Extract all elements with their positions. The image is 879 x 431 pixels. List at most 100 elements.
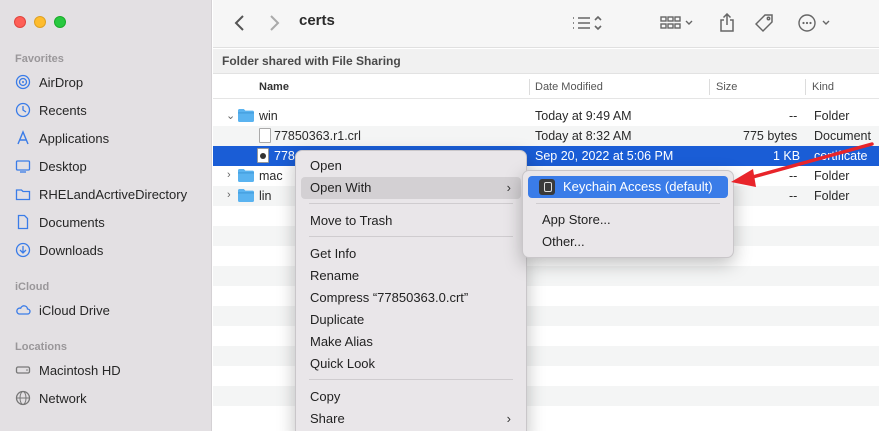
sidebar-item-documents[interactable]: Documents	[15, 211, 205, 233]
context-menu: Open Open With › Move to Trash Get Info …	[295, 150, 527, 431]
column-kind[interactable]: Kind	[812, 81, 834, 93]
row-date: Sep 20, 2022 at 5:06 PM	[535, 149, 674, 163]
menu-item-compress[interactable]: Compress “77850363.0.crt”	[301, 287, 521, 309]
tag-icon	[755, 14, 773, 33]
sidebar-item-label: Documents	[39, 214, 105, 230]
submenu-item-keychain-access[interactable]: Keychain Access (default)	[528, 176, 728, 198]
column-name[interactable]: Name	[259, 81, 289, 93]
sidebar-item-label: Applications	[39, 130, 110, 146]
zoom-window-button[interactable]	[54, 16, 66, 28]
row-name: mac	[259, 169, 283, 183]
submenu-item-app-store[interactable]: App Store...	[528, 209, 728, 231]
sidebar-item-downloads[interactable]: Downloads	[15, 239, 205, 261]
disk-icon	[15, 362, 31, 378]
menu-item-get-info[interactable]: Get Info	[301, 243, 521, 265]
desktop-icon	[15, 158, 31, 174]
shared-folder-banner: Folder shared with File Sharing	[213, 49, 879, 74]
column-date[interactable]: Date Modified	[535, 81, 603, 93]
menu-item-make-alias[interactable]: Make Alias	[301, 331, 521, 353]
column-divider[interactable]	[529, 79, 530, 95]
column-divider[interactable]	[709, 79, 710, 95]
sidebar-section-favorites: Favorites	[15, 53, 64, 65]
minimize-window-button[interactable]	[34, 16, 46, 28]
menu-separator	[309, 203, 513, 204]
share-icon	[720, 13, 734, 32]
window-title: certs	[299, 12, 335, 29]
menu-item-share[interactable]: Share ›	[301, 408, 521, 430]
submenu-item-other[interactable]: Other...	[528, 231, 728, 253]
clock-icon	[15, 102, 31, 118]
column-headers: Name Date Modified Size Kind	[213, 75, 879, 99]
list-view-icon	[573, 15, 602, 31]
menu-item-open-with[interactable]: Open With ›	[301, 177, 521, 199]
sidebar-item-network[interactable]: Network	[15, 387, 205, 409]
row-name: win	[259, 109, 278, 123]
more-actions-button[interactable]	[795, 12, 835, 34]
menu-item-open[interactable]: Open	[301, 155, 521, 177]
folder-icon	[238, 169, 254, 182]
row-size: --	[789, 109, 798, 123]
menu-item-rename[interactable]: Rename	[301, 265, 521, 287]
sidebar-item-recents[interactable]: Recents	[15, 99, 205, 121]
sidebar-item-label: Downloads	[39, 242, 104, 258]
forward-button[interactable]	[263, 12, 285, 34]
submenu-item-label: Keychain Access (default)	[563, 179, 713, 194]
chevron-down-icon[interactable]: ⌄	[226, 109, 235, 122]
close-window-button[interactable]	[14, 16, 26, 28]
row-name: lin	[259, 189, 272, 203]
sidebar-section-locations: Locations	[15, 341, 67, 353]
row-date: Today at 8:32 AM	[535, 129, 632, 143]
menu-item-duplicate[interactable]: Duplicate	[301, 309, 521, 331]
cloud-icon	[15, 302, 31, 318]
list-view-button[interactable]	[568, 12, 608, 34]
menu-item-quick-look[interactable]: Quick Look	[301, 353, 521, 375]
column-divider[interactable]	[805, 79, 806, 95]
menu-item-label: Share	[310, 411, 345, 426]
menu-separator	[309, 379, 513, 380]
grid-icon	[660, 16, 693, 29]
menu-separator	[309, 236, 513, 237]
row-name: 778	[274, 149, 295, 163]
table-row[interactable]: ⌄ win Today at 9:49 AM -- Folder	[213, 106, 879, 126]
sidebar-item-label: Desktop	[39, 158, 87, 174]
row-kind: Folder	[814, 109, 850, 123]
sidebar-item-label: iCloud Drive	[39, 302, 110, 318]
chevron-right-icon	[270, 15, 280, 31]
sidebar-item-label: Recents	[39, 102, 87, 118]
sidebar-item-macintosh-hd[interactable]: Macintosh HD	[15, 359, 205, 381]
network-icon	[15, 390, 31, 406]
folder-icon	[15, 186, 31, 202]
folder-icon	[238, 109, 254, 122]
annotation-arrow-icon	[731, 142, 874, 187]
folder-icon	[238, 189, 254, 202]
keychain-icon	[539, 179, 555, 195]
sidebar-item-applications[interactable]: Applications	[15, 127, 205, 149]
certificate-icon	[257, 148, 269, 163]
menu-separator	[536, 203, 720, 204]
open-with-submenu: Keychain Access (default) App Store... O…	[522, 170, 734, 258]
sidebar-item-label: Network	[39, 390, 87, 406]
row-date: Today at 9:49 AM	[535, 109, 632, 123]
chevron-right-icon[interactable]: ›	[227, 169, 231, 181]
ellipsis-circle-icon	[798, 14, 830, 32]
chevron-right-icon: ›	[506, 180, 511, 195]
chevron-left-icon	[234, 15, 244, 31]
download-icon	[15, 242, 31, 258]
row-name: 77850363.r1.crl	[274, 129, 361, 143]
column-size[interactable]: Size	[716, 81, 737, 93]
chevron-right-icon: ›	[506, 411, 511, 426]
back-button[interactable]	[229, 12, 251, 34]
menu-item-move-to-trash[interactable]: Move to Trash	[301, 210, 521, 232]
sidebar-section-icloud: iCloud	[15, 281, 50, 293]
toolbar: certs	[213, 0, 879, 48]
sidebar-item-rhelandacrtivedirectory[interactable]: RHELandAcrtiveDirectory	[15, 183, 205, 205]
menu-item-label: Open With	[310, 180, 372, 195]
sidebar-item-desktop[interactable]: Desktop	[15, 155, 205, 177]
tag-button[interactable]	[753, 12, 777, 34]
sidebar-item-airdrop[interactable]: AirDrop	[15, 71, 205, 93]
share-button[interactable]	[716, 12, 738, 34]
menu-item-copy[interactable]: Copy	[301, 386, 521, 408]
chevron-right-icon[interactable]: ›	[227, 189, 231, 201]
group-button[interactable]	[658, 12, 698, 34]
sidebar-item-icloud-drive[interactable]: iCloud Drive	[15, 299, 205, 321]
